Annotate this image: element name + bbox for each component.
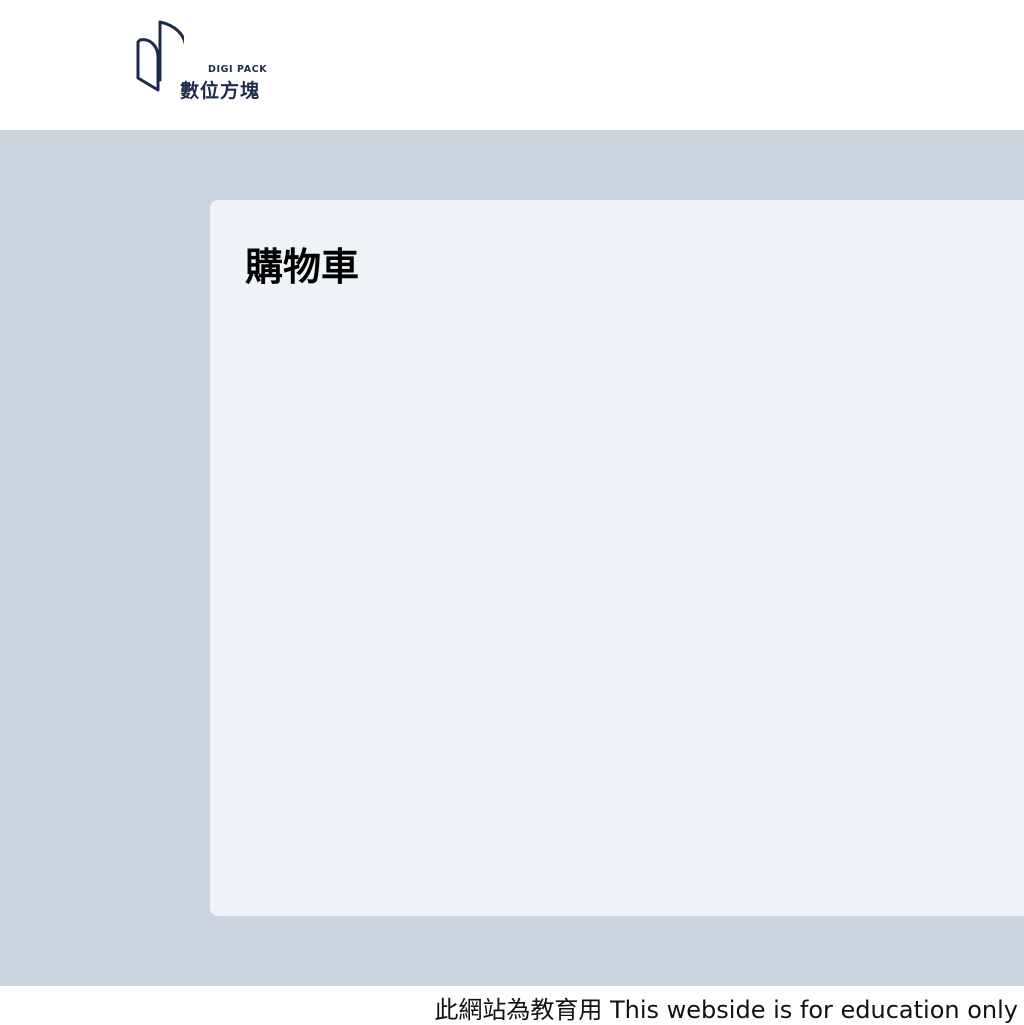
digipack-logo-icon	[136, 20, 184, 92]
logo-brand-en: DIGI PACK	[208, 64, 268, 75]
main-content: 購物車	[0, 130, 1024, 986]
page-title: 購物車	[245, 245, 360, 289]
site-footer: 此網站為教育用 This webside is for education on…	[0, 986, 1024, 1024]
logo-brand-zh: 數位方塊	[180, 80, 261, 102]
education-notice: 此網站為教育用 This webside is for education on…	[434, 996, 1018, 1024]
site-header: DIGI PACK 數位方塊	[0, 0, 1024, 130]
site-logo[interactable]: DIGI PACK 數位方塊	[136, 20, 276, 102]
cart-panel: 購物車	[210, 200, 1024, 916]
